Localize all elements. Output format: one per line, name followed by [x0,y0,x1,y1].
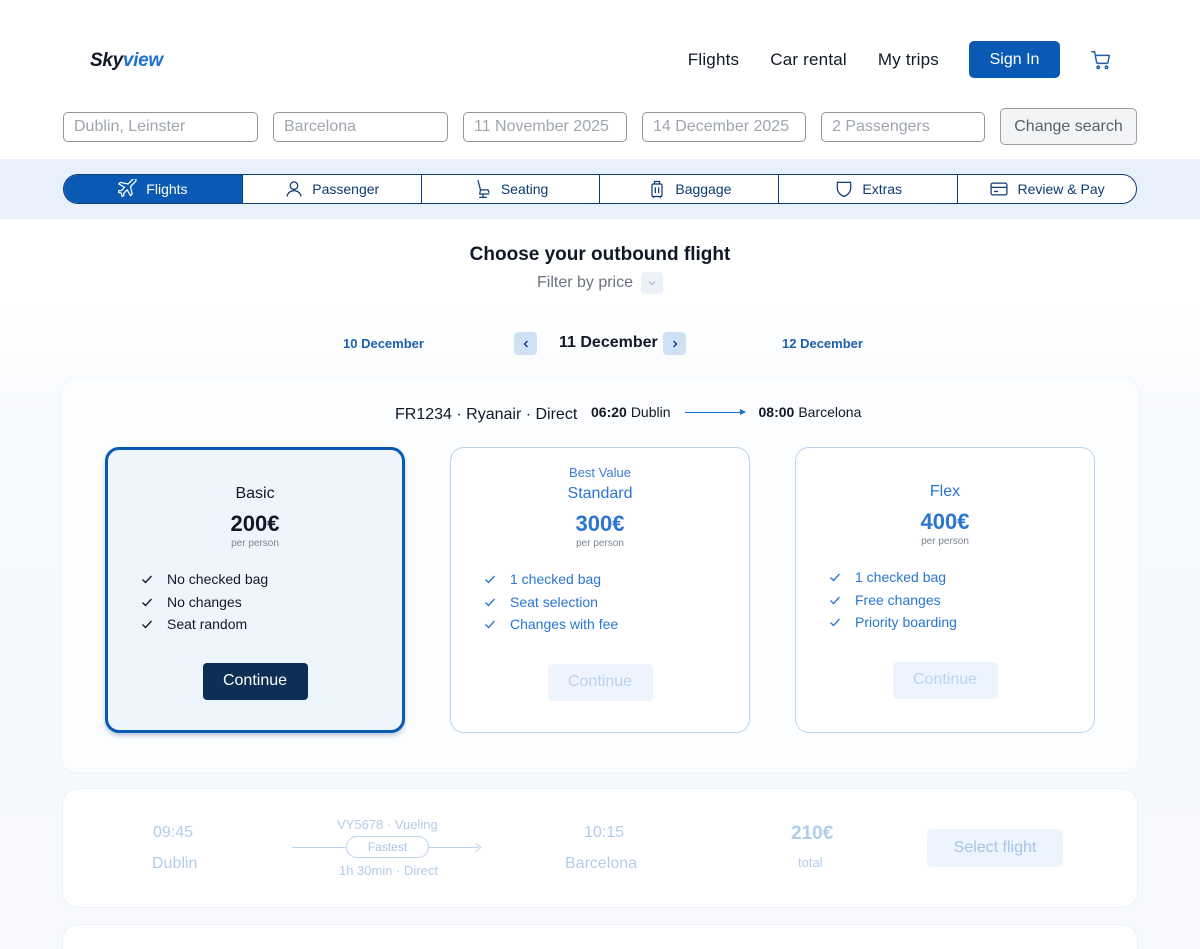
alt-route-line [292,847,346,848]
booking-steps: Flights Passenger Seating Baggage Extras… [63,174,1137,204]
select-flight-button[interactable]: Select flight [927,829,1063,867]
flight-info: FR1234 · Ryanair · Direct [395,406,578,423]
steps-band: Flights Passenger Seating Baggage Extras… [0,159,1200,219]
fare-name: Flex [929,483,961,500]
depart-time: 06:20 [591,404,627,420]
chevron-right-icon [672,340,677,347]
alt-duration: 1h 30min · Direct [339,863,438,878]
chevron-left-icon [523,340,528,347]
fare-card-basic[interactable]: Basic 200€ per person No checked bag No … [105,447,405,733]
step-seating[interactable]: Seating [422,175,601,203]
step-extras[interactable]: Extras [779,175,959,203]
continue-button[interactable]: Continue [202,662,308,700]
continue-button[interactable]: Continue [547,663,653,701]
check-icon [830,618,840,627]
alt-price: 210€ [791,823,834,844]
plane-icon [118,179,137,198]
flight-times: 06:20 Dublin 08:00 Barcelona [591,404,861,420]
fare-feature: Priority boarding [828,611,1094,634]
check-icon [142,598,152,607]
cart-icon[interactable] [1090,49,1112,71]
nav-my-trips[interactable]: My trips [878,50,939,70]
fare-features: 1 checked bag Seat selection Changes wit… [451,568,749,636]
top-nav: Flights Car rental My trips Sign In [688,41,1112,78]
filter-dropdown-button[interactable] [641,272,664,294]
fare-feature: No checked bag [140,568,402,591]
alt-flight-info: VY5678 · Vueling [337,817,438,832]
page-title: Choose your outbound flight [469,244,731,265]
route-arrow [684,408,746,415]
fare-feature: 1 checked bag [828,566,1094,589]
shield-icon [837,181,852,198]
best-value-tag: Best Value [569,465,631,480]
fastest-badge: Fastest [346,836,429,858]
fare-name: Basic [235,485,275,502]
fare-feature: No changes [140,591,402,614]
suitcase-icon [651,180,663,199]
fare-price: 300€ [575,511,625,536]
step-passenger[interactable]: Passenger [243,175,422,203]
sign-in-button[interactable]: Sign In [969,41,1060,78]
fare-card-standard[interactable]: Best Value Standard 300€ per person 1 ch… [450,447,750,733]
step-baggage[interactable]: Baggage [600,175,780,203]
check-icon [142,620,152,629]
price-filter: Filter by price [0,272,1200,294]
fare-per-person: per person [921,536,969,547]
alt-depart-city: Dublin [152,855,198,872]
check-icon [142,575,152,584]
prev-date[interactable]: 10 December [343,336,424,351]
alt-price-note: total [798,855,823,870]
next-date[interactable]: 12 December [782,336,863,351]
alt-depart-time: 09:45 [153,824,194,841]
search-bar: Dublin, Leinster Barcelona 11 November 2… [63,108,1137,145]
chevron-down-icon [648,281,656,286]
check-icon [485,598,495,607]
origin-field[interactable]: Dublin, Leinster [63,112,258,142]
passengers-field[interactable]: 2 Passengers [821,112,985,142]
fare-card-flex[interactable]: Flex 400€ per person 1 checked bag Free … [795,447,1095,733]
logo[interactable]: Skyview [90,50,163,72]
filter-label: Filter by price [536,274,634,291]
arrive-time: 08:00 [758,404,795,420]
change-search-button[interactable]: Change search [1000,108,1137,145]
flight-card-next[interactable] [62,924,1138,949]
alt-arrow-head [475,843,482,852]
check-icon [830,573,840,582]
continue-button[interactable]: Continue [892,661,998,699]
step-review-pay[interactable]: Review & Pay [958,175,1136,203]
fare-feature: Seat random [140,613,402,636]
depart-city: Dublin [630,404,671,420]
fare-price: 400€ [920,509,970,534]
fare-name: Standard [567,485,633,502]
destination-field[interactable]: Barcelona [273,112,448,142]
depart-date-field[interactable]: 11 November 2025 [463,112,627,142]
fare-feature: Seat selection [483,591,749,614]
check-icon [485,620,495,629]
date-selector: 10 December 11 December 12 December [0,332,1200,356]
nav-flights[interactable]: Flights [688,50,739,70]
fare-per-person: per person [231,538,279,549]
fare-price: 200€ [230,511,280,536]
next-date-button[interactable] [663,332,686,355]
nav-car-rental[interactable]: Car rental [770,50,847,70]
return-date-field[interactable]: 14 December 2025 [642,112,806,142]
fare-feature: 1 checked bag [483,568,749,591]
card-icon [990,182,1009,196]
fare-feature: Free changes [828,589,1094,612]
current-date: 11 December [559,334,658,351]
fare-features: No checked bag No changes Seat random [108,568,402,636]
fare-features: 1 checked bag Free changes Priority boar… [796,566,1094,634]
alt-arrive-time: 10:15 [584,824,625,841]
alt-route-line [429,847,479,848]
step-flights[interactable]: Flights [64,175,243,203]
alt-arrive-city: Barcelona [565,855,638,872]
user-icon [286,181,302,197]
fare-feature: Changes with fee [483,613,749,636]
check-icon [830,596,840,605]
check-icon [485,575,495,584]
prev-date-button[interactable] [514,332,537,355]
seat-icon [477,180,490,198]
arrive-city: Barcelona [798,404,862,420]
fare-per-person: per person [576,538,624,549]
